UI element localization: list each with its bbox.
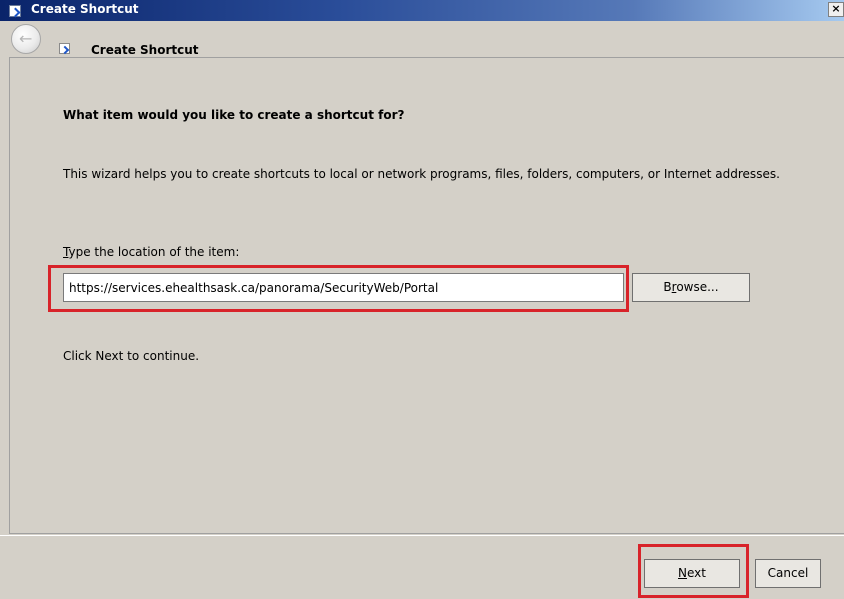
back-arrow-icon: ← — [19, 29, 33, 48]
location-label-text: ype the location of the item: — [68, 245, 240, 259]
close-button[interactable]: × — [828, 2, 844, 17]
wizard-description: This wizard helps you to create shortcut… — [63, 167, 780, 181]
wizard-title: Create Shortcut — [91, 43, 199, 57]
browse-label-start: B — [663, 280, 672, 294]
next-highlight-box — [638, 544, 749, 598]
cancel-button[interactable]: Cancel — [755, 559, 821, 588]
page-heading: What item would you like to create a sho… — [63, 108, 405, 122]
browse-label-rest: owse... — [676, 280, 719, 294]
title-bar: Create Shortcut × — [0, 0, 844, 21]
create-shortcut-window: Create Shortcut × ← Create Shortcut What… — [0, 0, 844, 599]
browse-button[interactable]: Browse... — [632, 273, 750, 302]
window-title: Create Shortcut — [31, 2, 139, 16]
location-highlight-box — [48, 265, 629, 312]
shortcut-icon — [9, 5, 21, 17]
location-label: Type the location of the item: — [63, 245, 239, 259]
shortcut-icon — [59, 43, 70, 54]
back-button[interactable]: ← — [11, 24, 41, 54]
continue-hint: Click Next to continue. — [63, 349, 200, 363]
